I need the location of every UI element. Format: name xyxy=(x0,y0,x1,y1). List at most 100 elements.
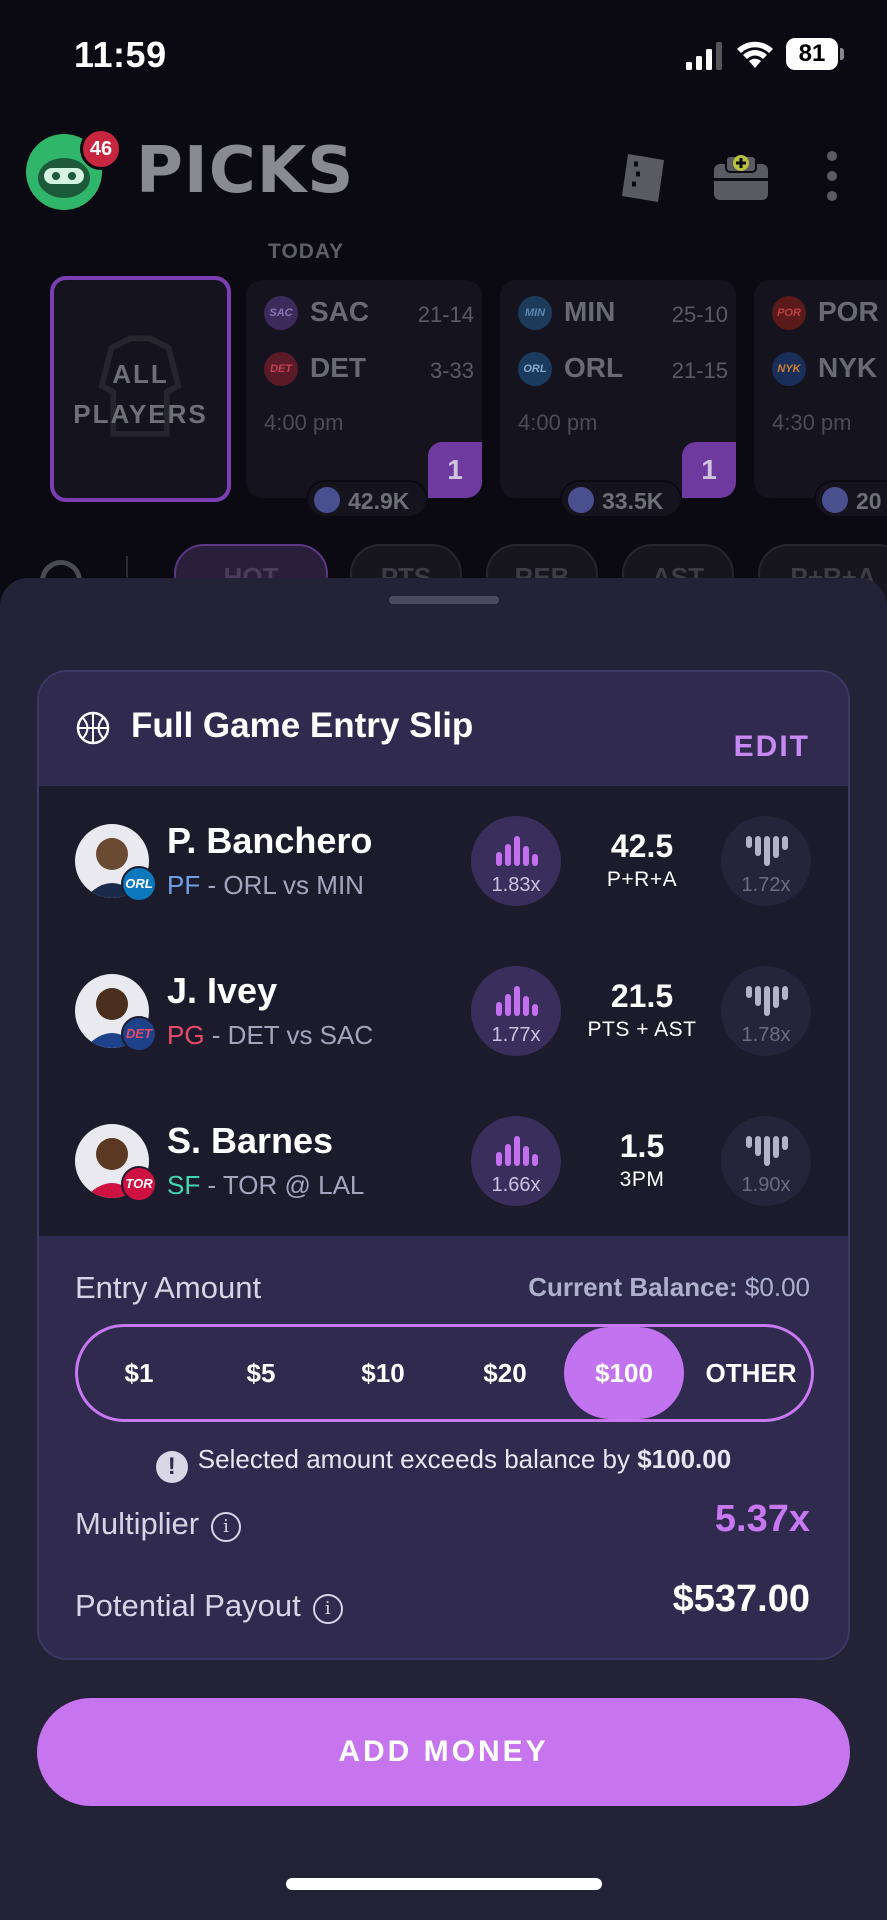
stat-type: PTS + AST xyxy=(587,1018,697,1041)
team-abbr: NYK xyxy=(818,352,878,383)
all-players-label: ALL PLAYERS xyxy=(73,359,208,429)
multiplier-label: Multiplier i xyxy=(75,1506,242,1542)
amount-option-1[interactable]: $1 xyxy=(84,1327,194,1419)
game-time: 4:00 pm xyxy=(264,410,344,435)
game-card-por-nyk[interactable]: POR POR NYK NYK 4:30 pm xyxy=(754,280,887,498)
users-count-pill: 33.5K xyxy=(560,480,682,518)
amount-option-10[interactable]: $10 xyxy=(328,1327,438,1419)
sheet-drag-handle[interactable] xyxy=(389,596,499,604)
stat-type: 3PM xyxy=(619,1168,665,1191)
orl-team-badge: ORL xyxy=(121,866,157,902)
stat-type: P+R+A xyxy=(606,868,678,891)
game-time: 4:00 pm xyxy=(518,410,598,435)
team-row: DET DET 3-33 xyxy=(264,350,474,390)
amount-option-100[interactable]: $100 xyxy=(564,1327,684,1419)
more-options-icon[interactable] xyxy=(822,150,842,202)
nyk-logo-icon: NYK xyxy=(772,352,806,386)
robot-icon xyxy=(568,487,594,513)
slip-title: Full Game Entry Slip xyxy=(131,706,474,745)
less-multiplier: 1.90x xyxy=(741,1174,791,1196)
current-balance: Current Balance: $0.00 xyxy=(528,1272,810,1302)
team-record: 25-10 xyxy=(671,302,728,327)
balance-warning: ! Selected amount exceeds balance by $100… xyxy=(39,1444,848,1483)
team-abbr: DET xyxy=(310,352,366,383)
status-bar: 11:59 81 xyxy=(0,0,887,110)
det-logo-icon: DET xyxy=(264,352,298,386)
multiplier-value: 5.37x xyxy=(714,1498,810,1540)
team-abbr: ORL xyxy=(564,352,624,383)
more-multiplier: 1.66x xyxy=(491,1174,541,1196)
add-money-button[interactable]: ADD MONEY xyxy=(37,1698,850,1806)
team-row: ORL ORL 21-15 xyxy=(518,350,728,390)
team-abbr: MIN xyxy=(564,296,616,327)
amount-option-other[interactable]: OTHER xyxy=(692,1327,810,1419)
info-icon[interactable]: i xyxy=(211,1512,242,1542)
player-list: ORL P. Banchero PF - ORL vs MIN 1.83x 42… xyxy=(39,786,848,1236)
more-bars-icon xyxy=(496,836,538,866)
users-count: 42.9K xyxy=(348,488,410,514)
game-card-sac-det[interactable]: SAC SAC 21-14 DET DET 3-33 4:00 pm 1 xyxy=(246,280,482,498)
tor-team-badge: TOR xyxy=(121,1166,157,1202)
det-team-badge: DET xyxy=(121,1016,157,1052)
player-row-barnes: TOR S. Barnes SF - TOR @ LAL 1.66x 1.5 3… xyxy=(39,1086,848,1236)
player-name: S. Barnes xyxy=(167,1120,334,1161)
team-record: 3-33 xyxy=(429,358,474,383)
home-indicator xyxy=(286,1878,602,1890)
payout-label: Potential Payout i xyxy=(75,1588,343,1624)
por-logo-icon: POR xyxy=(772,296,806,330)
entry-amount-selector: $1 $5 $10 $20 $100 OTHER xyxy=(75,1324,814,1422)
more-button[interactable]: 1.66x xyxy=(471,1116,561,1206)
more-button[interactable]: 1.83x xyxy=(471,816,561,906)
less-bars-icon xyxy=(746,836,788,866)
less-multiplier: 1.78x xyxy=(741,1024,791,1046)
users-count-pill: 42.9K xyxy=(306,480,428,518)
alert-icon: ! xyxy=(155,1451,188,1483)
sac-logo-icon: SAC xyxy=(264,296,298,330)
app-header: 46 PICKS xyxy=(0,110,887,240)
game-card-min-orl[interactable]: MIN MIN 25-10 ORL ORL 21-15 4:00 pm 1 xyxy=(500,280,736,498)
basketball-icon xyxy=(76,711,110,745)
robot-icon xyxy=(822,487,848,513)
cellular-signal-icon xyxy=(686,42,722,70)
notification-badge: 46 xyxy=(80,128,122,170)
team-record: 21-14 xyxy=(417,302,474,327)
pick-count-badge: 1 xyxy=(682,442,736,498)
team-abbr: POR xyxy=(818,296,879,327)
entry-slip-card: Full Game Entry Slip EDIT ORL P. Bancher… xyxy=(37,670,850,1660)
orl-logo-icon: ORL xyxy=(518,352,552,386)
more-multiplier: 1.77x xyxy=(491,1024,541,1046)
min-logo-icon: MIN xyxy=(518,296,552,330)
team-row: NYK NYK xyxy=(772,350,887,390)
team-record: 21-15 xyxy=(671,358,728,383)
line-value: 21.5 xyxy=(610,978,674,1014)
player-name: J. Ivey xyxy=(167,970,278,1011)
less-button[interactable]: 1.72x xyxy=(721,816,811,906)
more-button[interactable]: 1.77x xyxy=(471,966,561,1056)
less-button[interactable]: 1.90x xyxy=(721,1116,811,1206)
robot-icon xyxy=(314,487,340,513)
more-bars-icon xyxy=(496,986,538,1016)
player-row-ivey: DET J. Ivey PG - DET vs SAC 1.77x 21.5 P… xyxy=(39,936,848,1086)
team-row: POR POR xyxy=(772,294,887,334)
less-bars-icon xyxy=(746,986,788,1016)
entry-slip-sheet: Full Game Entry Slip EDIT ORL P. Bancher… xyxy=(0,578,887,1920)
amount-option-5[interactable]: $5 xyxy=(206,1327,316,1419)
game-time: 4:30 pm xyxy=(772,410,852,435)
pick-count-badge: 1 xyxy=(428,442,482,498)
wallet-add-icon[interactable] xyxy=(712,150,770,202)
amount-option-20[interactable]: $20 xyxy=(450,1327,560,1419)
users-count: 33.5K xyxy=(602,488,664,514)
team-row: SAC SAC 21-14 xyxy=(264,294,474,334)
users-count-pill: 20 xyxy=(814,480,887,518)
wifi-icon xyxy=(737,41,773,68)
today-section-label: TODAY xyxy=(268,240,345,263)
slip-header: Full Game Entry Slip EDIT xyxy=(39,672,848,786)
info-icon[interactable]: i xyxy=(312,1594,343,1624)
player-meta: PG - DET vs SAC xyxy=(167,1020,374,1050)
less-bars-icon xyxy=(746,1136,788,1166)
less-button[interactable]: 1.78x xyxy=(721,966,811,1056)
ticket-icon[interactable] xyxy=(614,150,668,206)
edit-button[interactable]: EDIT xyxy=(734,730,810,764)
all-players-card[interactable]: ALL PLAYERS xyxy=(50,276,231,502)
player-meta: SF - TOR @ LAL xyxy=(167,1170,365,1200)
